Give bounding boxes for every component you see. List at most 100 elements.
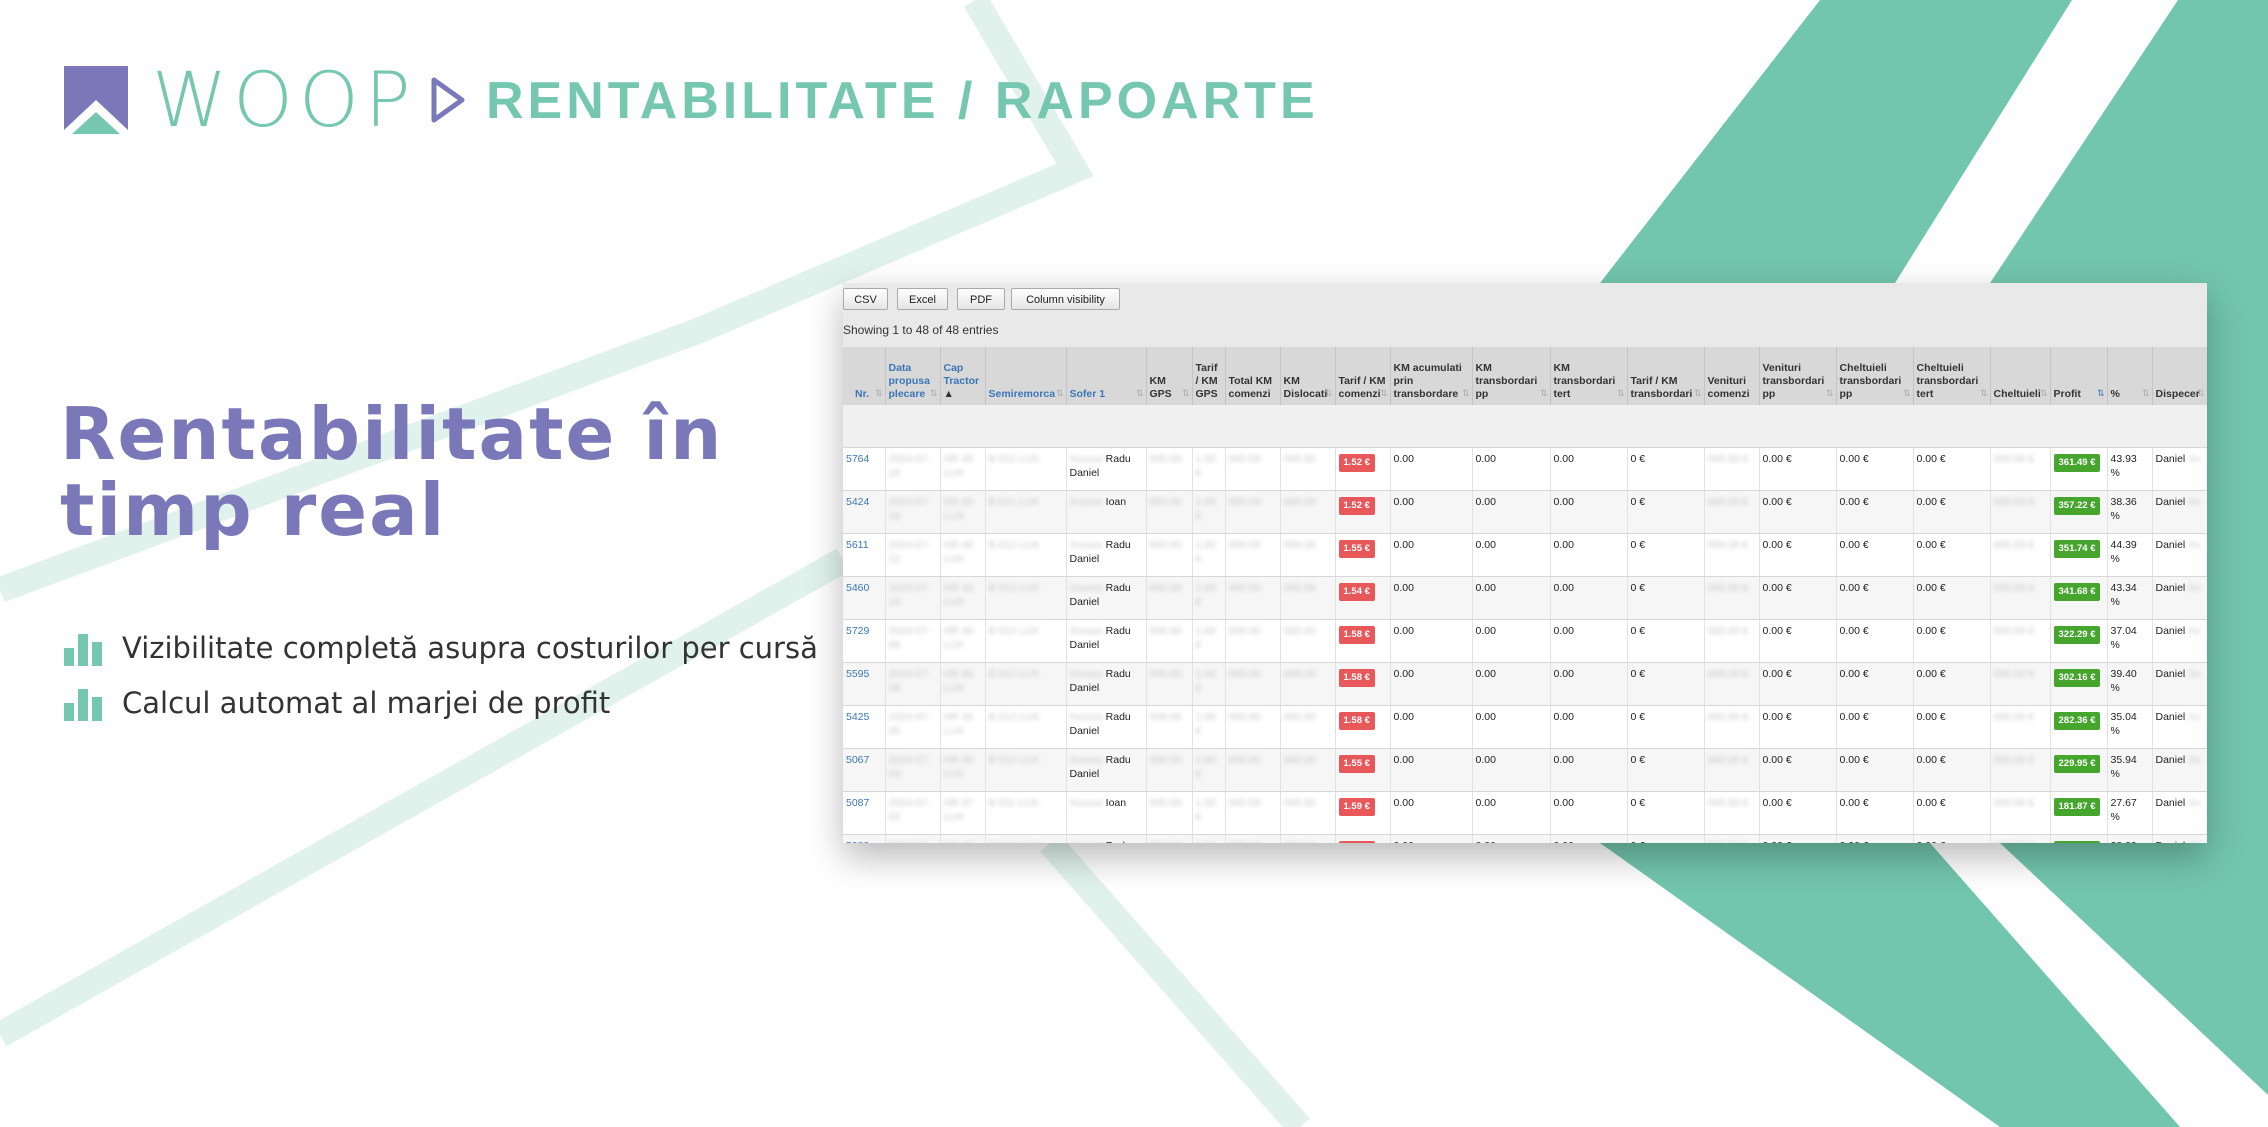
export-excel-button[interactable]: Excel bbox=[897, 288, 948, 310]
rate-badge: 1.52 € bbox=[1338, 454, 1375, 472]
cell-km-tert: 0.00 bbox=[1550, 490, 1628, 534]
col-header[interactable]: Data propusa plecare ⇅ bbox=[885, 347, 941, 405]
table-row[interactable]: 5764 2024-07-15 HR 40 LUX B 012 LUX Xxxxxx R… bbox=[843, 447, 2207, 491]
table-row[interactable]: 5460 2024-07-10 HR 40 LUX B 012 LUX Xxxxxx R… bbox=[843, 576, 2207, 620]
cell-nr[interactable]: 5595 bbox=[843, 662, 886, 706]
sort-icon: ⇅ bbox=[2196, 388, 2205, 398]
cell-value: 0.00 bbox=[1475, 797, 1496, 809]
col-header[interactable]: KM Dislocati ⇅ bbox=[1280, 347, 1336, 405]
table-row[interactable]: 5425 2024-07-05 HR 40 LUX B 012 LUX Xxxxxx R… bbox=[843, 705, 2207, 749]
redacted-value: 000.00 € bbox=[1993, 668, 2035, 680]
cell-dispecer: Daniel Xx bbox=[2152, 447, 2207, 491]
cell-value: 0.00 € bbox=[1762, 496, 1792, 508]
col-header[interactable]: Tarif / KM comenzi ⇅ bbox=[1335, 347, 1391, 405]
cell-nr[interactable]: 5089 bbox=[843, 834, 886, 843]
cell-value: 0.00 € bbox=[1762, 625, 1792, 637]
trip-number-link[interactable]: 5087 bbox=[846, 797, 869, 809]
export-pdf-button[interactable]: PDF bbox=[957, 288, 1005, 310]
cell-nr[interactable]: 5425 bbox=[843, 705, 886, 749]
col-header[interactable]: Tarif / KM transbordari ⇅ bbox=[1627, 347, 1705, 405]
table-row[interactable]: 5595 2024-07-08 HR 40 LUX B 012 LUX Xxxxxx R… bbox=[843, 662, 2207, 706]
col-header[interactable]: Total KM comenzi bbox=[1225, 347, 1281, 405]
cell-value: 0.00 € bbox=[1839, 496, 1869, 508]
col-header-sorted[interactable]: Profit ⇅ bbox=[2050, 347, 2108, 405]
cell-total-km: 000.00 bbox=[1225, 576, 1281, 620]
cell-nr[interactable]: 5729 bbox=[843, 619, 886, 663]
col-header[interactable]: KM transbordari pp ⇅ bbox=[1472, 347, 1551, 405]
cell-cap: HR 40 LUX bbox=[940, 748, 986, 792]
redacted-value: 000.00 € bbox=[1993, 797, 2035, 809]
col-header-sorted[interactable]: Cap Tractor ▲ bbox=[940, 347, 986, 405]
cell-km-acum: 0.00 bbox=[1390, 576, 1473, 620]
cell-nr[interactable]: 5067 bbox=[843, 748, 886, 792]
trip-number-link[interactable]: 5067 bbox=[846, 754, 869, 766]
col-header[interactable]: % ⇅ bbox=[2107, 347, 2153, 405]
cell-km-acum: 0.00 bbox=[1390, 447, 1473, 491]
trip-number-link[interactable]: 5764 bbox=[846, 453, 869, 465]
trip-number-link[interactable]: 5595 bbox=[846, 668, 869, 680]
cell-nr[interactable]: 5764 bbox=[843, 447, 886, 491]
trip-number-link[interactable]: 5425 bbox=[846, 711, 869, 723]
cell-nr[interactable]: 5424 bbox=[843, 490, 886, 534]
col-header[interactable]: Cheltuieli transbordari pp ⇅ bbox=[1836, 347, 1914, 405]
col-header[interactable]: Tarif / KM GPS bbox=[1192, 347, 1226, 405]
cell-value: 0.00 bbox=[1553, 797, 1574, 809]
cell-value: 0.00 bbox=[1553, 453, 1574, 465]
col-header[interactable]: KM GPS ⇅ bbox=[1146, 347, 1193, 405]
export-csv-button[interactable]: CSV bbox=[843, 288, 888, 310]
cell-tarif-km: 1.52 € bbox=[1335, 490, 1391, 534]
col-header[interactable]: Nr. ⇅ bbox=[843, 347, 886, 405]
col-header[interactable]: Semiremorca ⇅ bbox=[985, 347, 1067, 405]
redacted-value: 000.00 € bbox=[1707, 711, 1749, 723]
rate-badge: 1.58 € bbox=[1338, 626, 1375, 644]
cell-tarif-km: 1.58 € bbox=[1335, 662, 1391, 706]
col-header[interactable]: Sofer 1 ⇅ bbox=[1066, 347, 1147, 405]
cell-chelt-tert: 0.00 € bbox=[1913, 748, 1991, 792]
trip-number-link[interactable]: 5424 bbox=[846, 496, 869, 508]
trip-number-link[interactable]: 5611 bbox=[846, 539, 869, 551]
trip-number-link[interactable]: 5460 bbox=[846, 582, 869, 594]
cell-venituri: 000.00 € bbox=[1704, 705, 1760, 749]
cell-pct: 28.89 % bbox=[2107, 834, 2153, 843]
cell-value: 0.00 € bbox=[1916, 582, 1946, 594]
redacted-value: 000.00 € bbox=[1993, 711, 2035, 723]
driver-name: Ioan bbox=[1105, 496, 1127, 508]
col-header[interactable]: Dispecer ⇅ bbox=[2152, 347, 2207, 405]
col-header[interactable]: KM acumulati prin transbordare ⇅ bbox=[1390, 347, 1473, 405]
cell-nr[interactable]: 5611 bbox=[843, 533, 886, 577]
cell-semi: B 012 LUX bbox=[985, 533, 1067, 577]
cell-km-disl: 000.00 bbox=[1280, 834, 1336, 843]
table-row[interactable]: 5729 2024-07-09 HR 40 LUX B 012 LUX Xxxxxx R… bbox=[843, 619, 2207, 663]
sort-icon: ⇅ bbox=[1461, 388, 1470, 398]
trip-number-link[interactable]: 5089 bbox=[846, 840, 869, 843]
cell-tarif-gps: 1.00 € bbox=[1192, 619, 1226, 663]
cell-nr[interactable]: 5460 bbox=[843, 576, 886, 620]
cell-km-acum: 0.00 bbox=[1390, 791, 1473, 835]
cell-tarif-transb: 0 € bbox=[1627, 490, 1705, 534]
cell-km-tert: 0.00 bbox=[1550, 619, 1628, 663]
cell-value: 0.00 € bbox=[1916, 539, 1946, 551]
column-visibility-button[interactable]: Column visibility bbox=[1011, 288, 1120, 310]
cell-km-tert: 0.00 bbox=[1550, 533, 1628, 577]
table-row[interactable]: 5087 2024-07-02 HR 37 LUX B 011 LUX Xxxxxx I… bbox=[843, 791, 2207, 835]
redacted-surname: Xx bbox=[2185, 453, 2201, 465]
cell-value: 0.00 € bbox=[1762, 539, 1792, 551]
col-header[interactable]: Venituri transbordari pp ⇅ bbox=[1759, 347, 1837, 405]
cell-nr[interactable]: 5087 bbox=[843, 791, 886, 835]
cell-value: 0.00 bbox=[1553, 711, 1574, 723]
sort-icon: ⇅ bbox=[1379, 388, 1388, 398]
table-row[interactable]: 5089 2024-07-01 HR 40 LUX B 012 LUX Xxxxxx R… bbox=[843, 834, 2207, 843]
table-row[interactable]: 5424 2024-07-15 HR 40 LUX B 011 LUX Xxxxxx I… bbox=[843, 490, 2207, 534]
trip-number-link[interactable]: 5729 bbox=[846, 625, 869, 637]
col-header[interactable]: Cheltuieli ⇅ bbox=[1990, 347, 2051, 405]
redacted-surname: Xxxxxx bbox=[1069, 625, 1106, 637]
cell-sofer: Xxxxxx Radu Daniel bbox=[1066, 533, 1147, 577]
table-row[interactable]: 5611 2024-07-12 HR 40 LUX B 012 LUX Xxxxxx R… bbox=[843, 533, 2207, 577]
col-header[interactable]: Cheltuieli transbordari tert ⇅ bbox=[1913, 347, 1991, 405]
redacted-value: 000.00 bbox=[1284, 840, 1316, 843]
table-row[interactable]: 5067 2024-07-03 HR 40 LUX B 012 LUX Xxxxxx R… bbox=[843, 748, 2207, 792]
col-header[interactable]: Venituri comenzi bbox=[1704, 347, 1760, 405]
cell-pct: 43.34 % bbox=[2107, 576, 2153, 620]
sort-icon: ⇅ bbox=[1181, 388, 1190, 398]
col-header[interactable]: KM transbordari tert ⇅ bbox=[1550, 347, 1628, 405]
